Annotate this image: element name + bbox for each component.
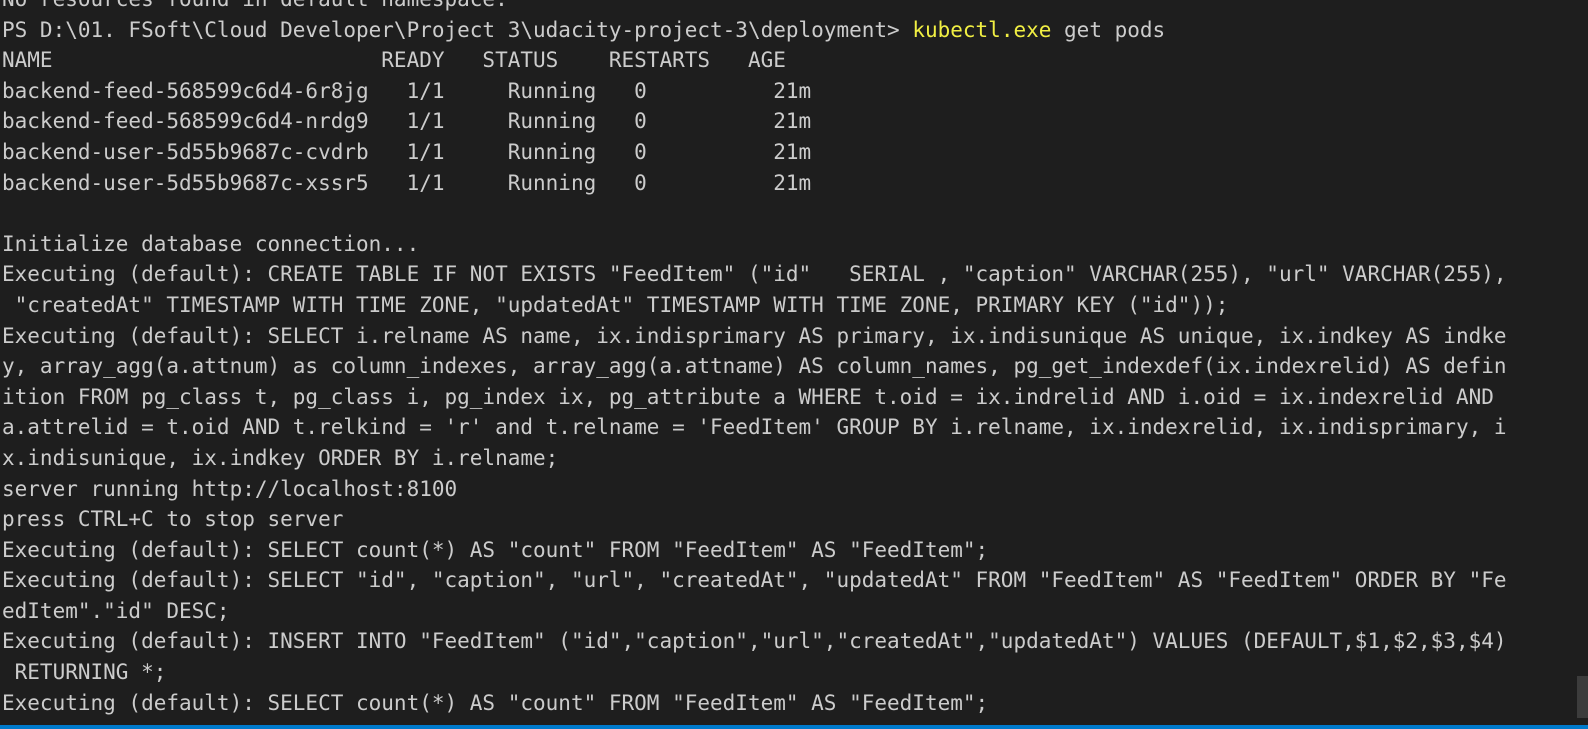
terminal-line: backend-feed-568599c6d4-nrdg9 1/1 Runnin… [2, 109, 812, 134]
scrollbar-thumb[interactable] [1577, 676, 1588, 718]
terminal-line: server running http://localhost:8100 [2, 476, 458, 501]
panel-accent-bar [0, 725, 1588, 729]
terminal-line: a.attrelid = t.oid AND t.relkind = 'r' a… [2, 415, 1507, 440]
terminal-line: ition FROM pg_class t, pg_class i, pg_in… [2, 384, 1494, 409]
terminal-line: Executing (default): SELECT i.relname AS… [2, 323, 1507, 348]
terminal-line: Executing (default): CREATE TABLE IF NOT… [2, 262, 1507, 287]
terminal-window[interactable]: No resources found in default namespace.… [0, 0, 1588, 729]
terminal-line: No resources found in default namespace. [2, 0, 1562, 15]
terminal-line: x.indisunique, ix.indkey ORDER BY i.reln… [2, 445, 559, 470]
terminal-line: backend-user-5d55b9687c-xssr5 1/1 Runnin… [2, 170, 812, 195]
command-name: kubectl.exe [912, 17, 1052, 42]
terminal-line: Executing (default): SELECT "id", "capti… [2, 568, 1507, 593]
terminal-line: "createdAt" TIMESTAMP WITH TIME ZONE, "u… [2, 292, 1229, 317]
prompt-path: PS D:\01. FSoft\Cloud Developer\Project … [2, 17, 913, 42]
terminal-output: No resources found in default namespace.… [2, 0, 1562, 718]
terminal-line: Executing (default): SELECT count(*) AS … [2, 690, 989, 715]
terminal-line: Executing (default): INSERT INTO "FeedIt… [2, 629, 1507, 654]
terminal-line: NAME READY STATUS RESTARTS AGE [2, 48, 786, 73]
terminal-line: Executing (default): SELECT count(*) AS … [2, 537, 989, 562]
terminal-line: backend-feed-568599c6d4-6r8jg 1/1 Runnin… [2, 78, 812, 103]
terminal-line: Initialize database connection... [2, 231, 420, 256]
terminal-line: y, array_agg(a.attnum) as column_indexes… [2, 354, 1507, 379]
prompt-line: PS D:\01. FSoft\Cloud Developer\Project … [2, 15, 1562, 46]
terminal-line: RETURNING *; [2, 660, 167, 685]
terminal-line: edItem"."id" DESC; [2, 598, 230, 623]
terminal-line: backend-user-5d55b9687c-cvdrb 1/1 Runnin… [2, 139, 812, 164]
command-args: get pods [1051, 17, 1166, 42]
terminal-line: press CTRL+C to stop server [2, 507, 344, 532]
